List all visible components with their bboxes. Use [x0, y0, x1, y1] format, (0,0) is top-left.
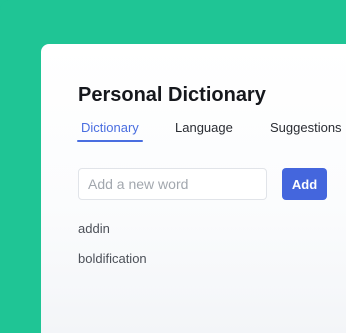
add-button[interactable]: Add — [282, 168, 327, 200]
new-word-input[interactable] — [78, 168, 267, 200]
tab-language[interactable]: Language — [175, 119, 233, 145]
tab-dictionary[interactable]: Dictionary — [77, 119, 143, 145]
tab-suggestions[interactable]: Suggestions — [270, 119, 342, 145]
page-title: Personal Dictionary — [78, 84, 266, 106]
word-list: addin boldification — [78, 221, 147, 281]
list-item: addin — [78, 221, 110, 236]
list-item: boldification — [78, 251, 147, 266]
personal-dictionary-panel: Personal Dictionary Dictionary Language … — [41, 44, 346, 333]
